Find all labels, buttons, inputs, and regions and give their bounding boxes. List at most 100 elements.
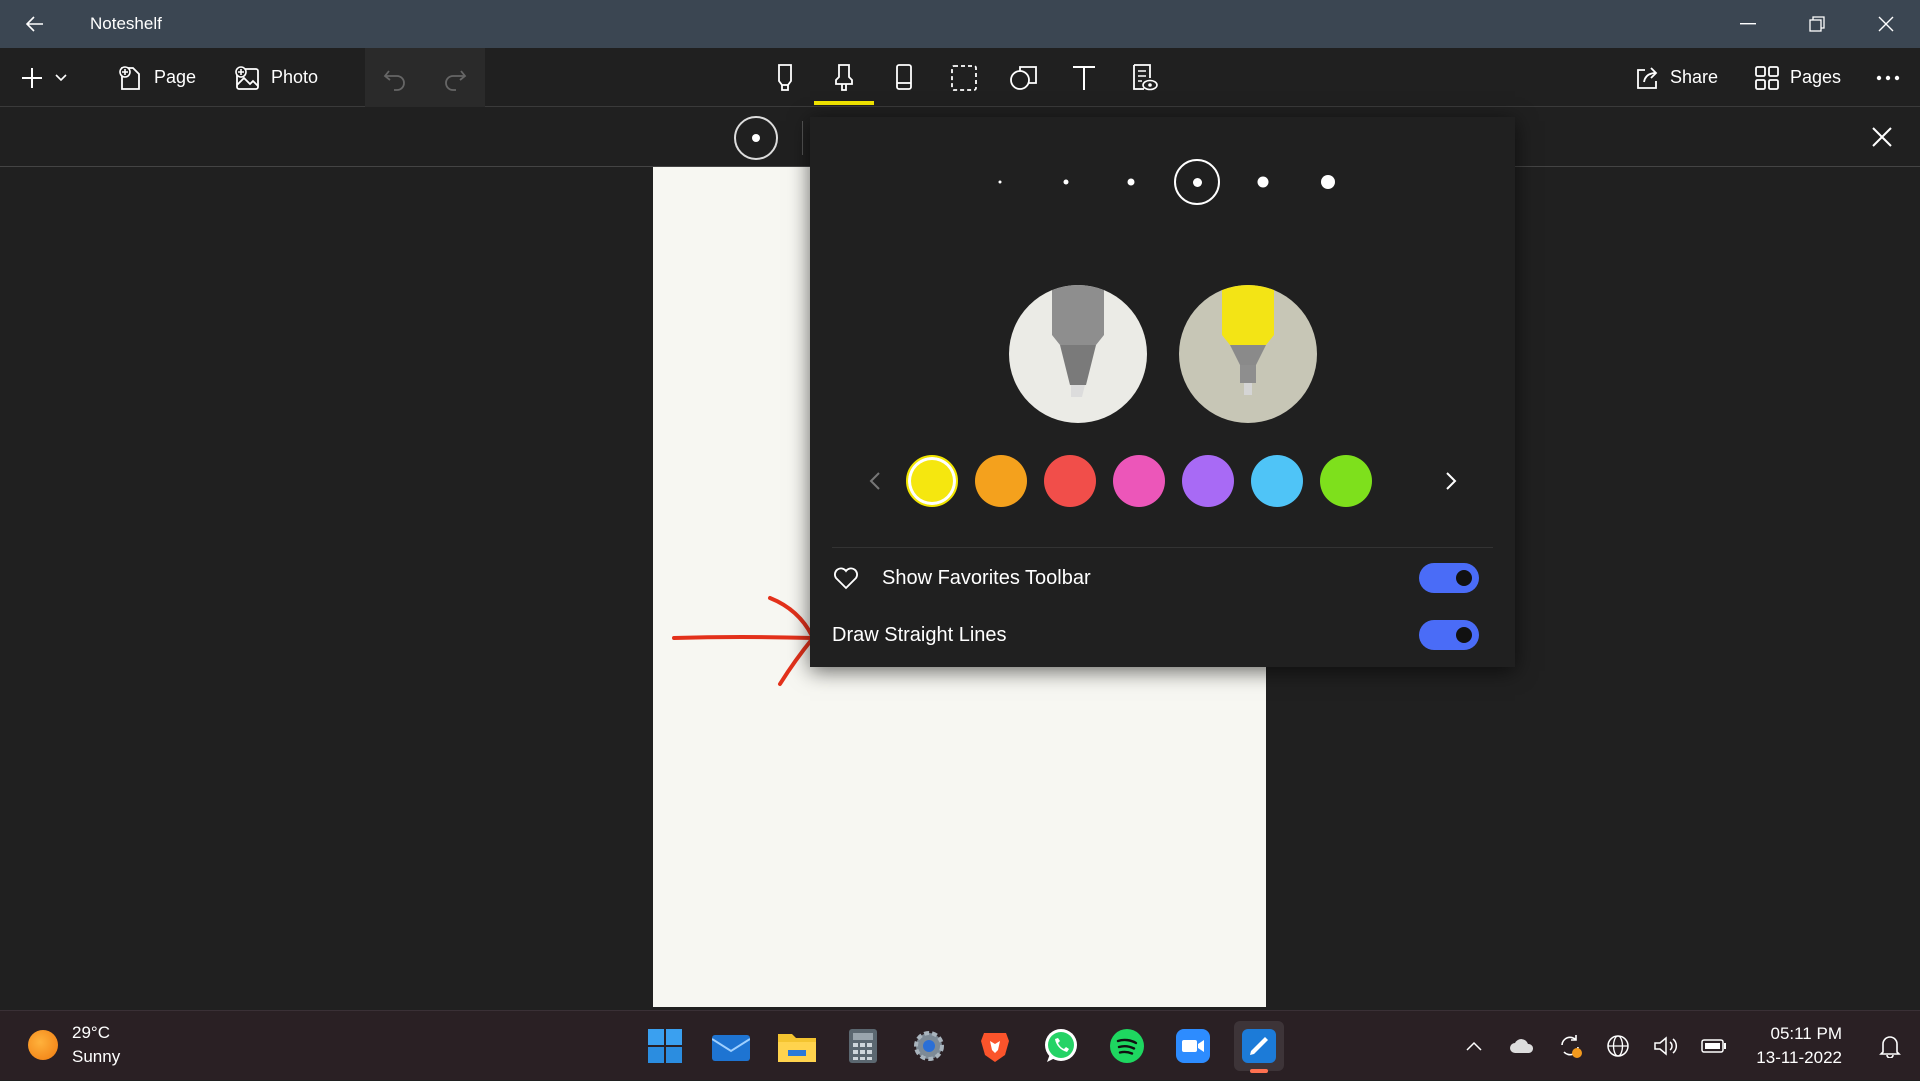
weather-condition: Sunny xyxy=(72,1047,121,1066)
show-favorites-toggle[interactable] xyxy=(1419,563,1479,593)
pinned-apps xyxy=(640,1021,1284,1073)
color-swatch-pink[interactable] xyxy=(1113,455,1165,507)
share-label: Share xyxy=(1670,67,1719,87)
notification-bell-icon xyxy=(1879,1036,1901,1058)
size-option-6[interactable] xyxy=(1321,175,1335,189)
lasso-select-icon xyxy=(951,64,977,91)
minimize-button[interactable] xyxy=(1713,0,1782,48)
mail-icon xyxy=(712,1035,750,1061)
chevron-up-icon xyxy=(1466,1041,1482,1051)
clock-time: 05:11 PM xyxy=(1770,1024,1842,1043)
file-explorer-app[interactable] xyxy=(772,1021,822,1071)
current-size-button[interactable] xyxy=(734,116,778,160)
color-swatch-green[interactable] xyxy=(1320,455,1372,507)
spotify-app[interactable] xyxy=(1102,1021,1152,1071)
weather-widget[interactable]: 29°C Sunny xyxy=(28,1021,120,1069)
draw-straight-toggle[interactable] xyxy=(1419,620,1479,650)
whatsapp-icon xyxy=(1045,1029,1077,1062)
start-button[interactable] xyxy=(640,1021,690,1071)
close-options-button[interactable] xyxy=(1864,119,1900,155)
pen-tool[interactable] xyxy=(755,48,815,107)
color-swatch-purple[interactable] xyxy=(1182,455,1234,507)
minimize-icon xyxy=(1739,23,1756,25)
restore-icon xyxy=(1808,16,1825,32)
color-swatch-blue[interactable] xyxy=(1251,455,1303,507)
color-swatch-orange[interactable] xyxy=(975,455,1027,507)
add-page-icon xyxy=(119,65,140,90)
color-palette xyxy=(810,449,1515,509)
document-view-icon xyxy=(1133,63,1158,90)
spotify-icon xyxy=(1110,1029,1144,1063)
battery-button[interactable] xyxy=(1690,1026,1738,1066)
color-swatch-red[interactable] xyxy=(1044,455,1096,507)
pen-icon xyxy=(778,63,792,91)
show-favorites-label: Show Favorites Toolbar xyxy=(882,566,1091,589)
share-button[interactable]: Share xyxy=(1634,48,1718,107)
clock-date: 13-11-2022 xyxy=(1756,1048,1842,1067)
eraser-tool[interactable] xyxy=(874,48,934,107)
pen-type-highlighter-selected[interactable] xyxy=(1179,285,1317,423)
photo-label: Photo xyxy=(271,67,319,87)
show-favorites-row: Show Favorites Toolbar xyxy=(810,551,1515,605)
flat-marker-icon xyxy=(1009,285,1147,423)
eraser-icon xyxy=(896,63,912,90)
undo-icon[interactable] xyxy=(382,65,408,91)
redo-icon[interactable] xyxy=(442,65,468,91)
separator xyxy=(802,121,803,155)
color-swatch-yellow[interactable] xyxy=(906,455,958,507)
size-option-2[interactable] xyxy=(1063,179,1069,185)
pages-button[interactable]: Pages xyxy=(1754,48,1841,107)
size-option-3[interactable] xyxy=(1127,178,1135,186)
draw-straight-label: Draw Straight Lines xyxy=(832,623,1007,646)
add-page-button[interactable]: Page xyxy=(116,48,196,107)
highlighter-icon xyxy=(835,63,853,91)
photo-icon xyxy=(235,65,259,90)
more-button[interactable] xyxy=(1876,48,1900,107)
add-photo-button[interactable]: Photo xyxy=(233,48,318,107)
calculator-icon xyxy=(849,1029,877,1063)
size-option-1[interactable] xyxy=(998,180,1002,184)
settings-app[interactable] xyxy=(904,1021,954,1071)
taskbar: 29°C Sunny 05:11 PM 13-11-2022 xyxy=(0,1010,1920,1080)
back-arrow-icon xyxy=(26,16,43,32)
volume-button[interactable] xyxy=(1642,1026,1690,1066)
clock[interactable]: 05:11 PM 13-11-2022 xyxy=(1756,1022,1842,1070)
share-icon xyxy=(1637,66,1658,89)
brave-browser-app[interactable] xyxy=(970,1021,1020,1071)
draw-straight-row: Draw Straight Lines xyxy=(810,608,1515,662)
pen-type-flat[interactable] xyxy=(1009,285,1147,423)
noteshelf-app[interactable] xyxy=(1234,1021,1284,1073)
palette-prev-button[interactable] xyxy=(860,463,890,499)
whatsapp-app[interactable] xyxy=(1036,1021,1086,1071)
lasso-tool[interactable] xyxy=(934,48,994,107)
globe-icon xyxy=(1607,1035,1630,1057)
show-hidden-icons-button[interactable] xyxy=(1450,1026,1498,1066)
palette-next-button[interactable] xyxy=(1436,463,1466,499)
sync-button[interactable] xyxy=(1546,1026,1594,1066)
notifications-button[interactable] xyxy=(1866,1026,1914,1066)
mail-app[interactable] xyxy=(706,1021,756,1071)
text-icon xyxy=(1073,65,1095,90)
plus-icon xyxy=(22,67,42,88)
shapes-tool[interactable] xyxy=(994,48,1054,107)
gear-icon xyxy=(914,1031,944,1061)
shapes-icon xyxy=(1010,65,1037,90)
system-tray: 05:11 PM 13-11-2022 xyxy=(1450,1011,1920,1081)
close-window-button[interactable] xyxy=(1851,0,1920,48)
zoom-app[interactable] xyxy=(1168,1021,1218,1071)
size-option-4-selected[interactable] xyxy=(1174,159,1220,205)
chevron-left-icon xyxy=(869,472,880,490)
back-button[interactable] xyxy=(0,0,70,48)
read-mode-tool[interactable] xyxy=(1114,48,1174,107)
divider xyxy=(832,547,1493,548)
size-option-5[interactable] xyxy=(1257,176,1269,188)
restore-button[interactable] xyxy=(1782,0,1851,48)
onedrive-button[interactable] xyxy=(1498,1026,1546,1066)
text-tool[interactable] xyxy=(1054,48,1114,107)
calculator-app[interactable] xyxy=(838,1021,888,1071)
page-label: Page xyxy=(154,67,197,87)
heart-icon xyxy=(834,567,858,590)
highlighter-tool[interactable] xyxy=(814,48,874,107)
network-button[interactable] xyxy=(1594,1026,1642,1066)
add-button[interactable] xyxy=(20,48,68,107)
